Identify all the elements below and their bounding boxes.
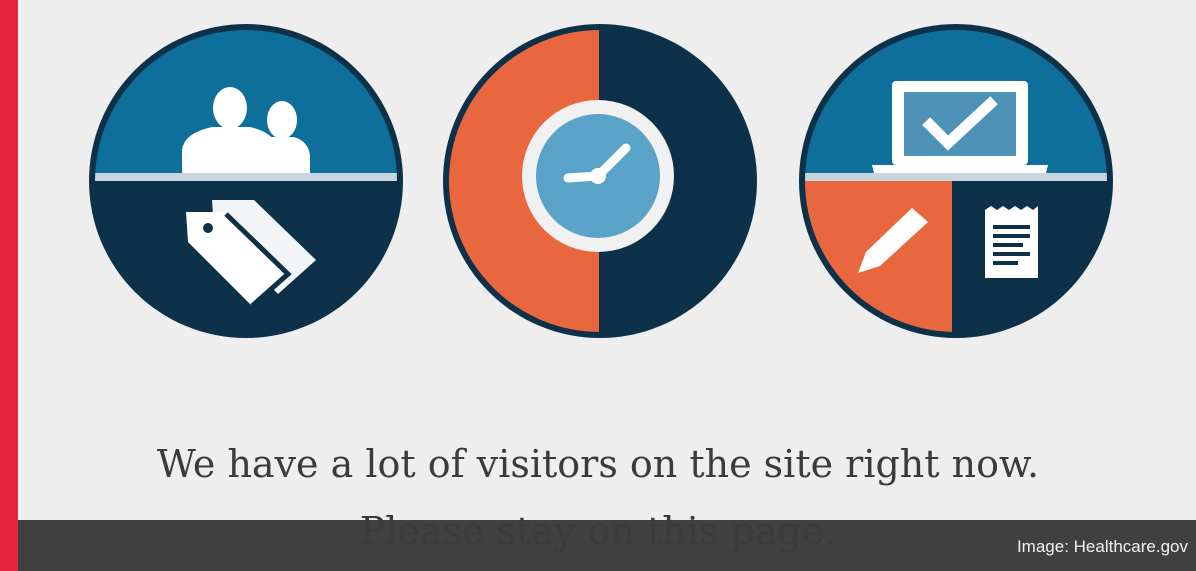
- people-with-tag-icon: [89, 24, 403, 338]
- busy-message-line-1: We have a lot of visitors on the site ri…: [156, 442, 1040, 486]
- clock-icon: [443, 24, 757, 338]
- laptop-icon: [872, 81, 1048, 173]
- image-credit-caption: Image: Healthcare.gov: [1016, 537, 1188, 556]
- waiting-room-page: We have a lot of visitors on the site ri…: [0, 0, 1196, 571]
- document-icon: [985, 206, 1038, 278]
- laptop-checkmark-pencil-document-icon: [799, 24, 1113, 338]
